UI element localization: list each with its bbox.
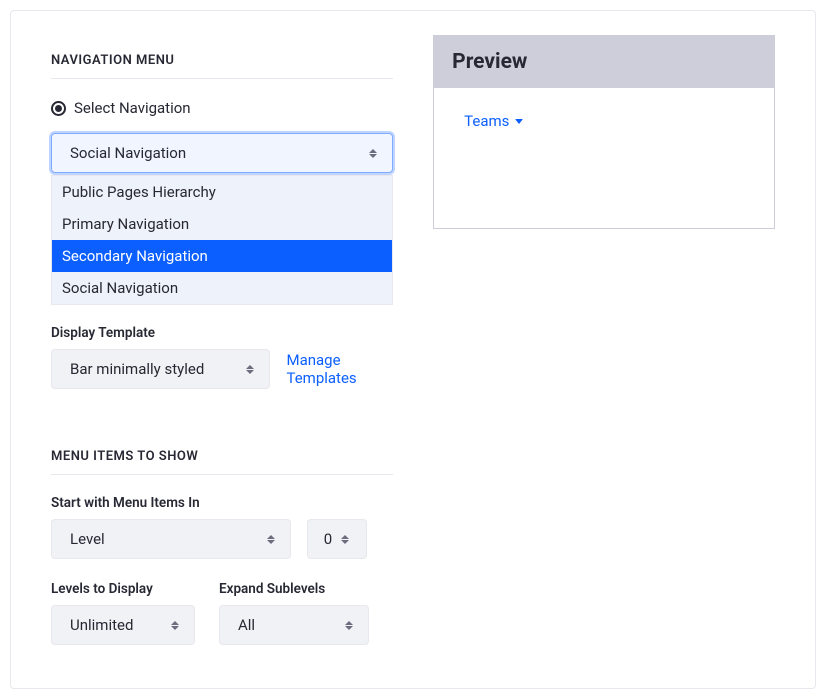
display-template-label: Display Template bbox=[51, 325, 393, 341]
preview-box: Preview Teams bbox=[433, 35, 775, 229]
start-items-select[interactable]: Level bbox=[51, 519, 291, 559]
radio-icon bbox=[51, 101, 66, 116]
navigation-select-value: Social Navigation bbox=[70, 144, 186, 162]
navigation-select-wrap: Social Navigation Public Pages Hierarchy… bbox=[51, 133, 393, 173]
start-items-number[interactable]: 0 bbox=[307, 519, 367, 559]
section-title-navigation: NAVIGATION MENU bbox=[51, 53, 393, 79]
caret-sort-icon bbox=[344, 618, 354, 632]
levels-to-display-value: Unlimited bbox=[70, 616, 133, 634]
levels-to-display-col: Levels to Display Unlimited bbox=[51, 577, 195, 645]
levels-to-display-select[interactable]: Unlimited bbox=[51, 605, 195, 645]
chevron-down-icon bbox=[515, 119, 523, 124]
preview-link-text: Teams bbox=[464, 112, 509, 130]
start-items-number-value: 0 bbox=[324, 530, 332, 548]
manage-templates-link[interactable]: Manage Templates bbox=[286, 351, 393, 387]
section-title-menu-items: MENU ITEMS TO SHOW bbox=[51, 449, 393, 475]
dropdown-option[interactable]: Social Navigation bbox=[52, 272, 392, 304]
expand-sublevels-value: All bbox=[238, 616, 255, 634]
preview-teams-link[interactable]: Teams bbox=[464, 112, 523, 130]
caret-sort-icon bbox=[170, 618, 180, 632]
caret-sort-icon bbox=[368, 146, 378, 160]
right-column: Preview Teams bbox=[433, 35, 775, 648]
levels-to-display-label: Levels to Display bbox=[51, 581, 195, 597]
caret-sort-icon bbox=[245, 362, 255, 376]
expand-sublevels-col: Expand Sublevels All bbox=[219, 577, 369, 645]
two-col-fields: Levels to Display Unlimited Expand Suble… bbox=[51, 577, 393, 645]
display-template-row: Bar minimally styled Manage Templates bbox=[51, 349, 393, 389]
display-template-value: Bar minimally styled bbox=[70, 360, 204, 378]
start-items-label: Start with Menu Items In bbox=[51, 495, 393, 511]
start-items-value: Level bbox=[70, 530, 105, 548]
dropdown-option[interactable]: Secondary Navigation bbox=[52, 240, 392, 272]
radio-select-navigation[interactable]: Select Navigation bbox=[51, 99, 393, 117]
dropdown-option[interactable]: Primary Navigation bbox=[52, 208, 392, 240]
navigation-select[interactable]: Social Navigation bbox=[51, 133, 393, 173]
preview-title: Preview bbox=[434, 36, 774, 88]
left-column: NAVIGATION MENU Select Navigation Social… bbox=[51, 35, 393, 648]
expand-sublevels-label: Expand Sublevels bbox=[219, 581, 369, 597]
dropdown-option[interactable]: Public Pages Hierarchy bbox=[52, 176, 392, 208]
start-items-row: Level 0 bbox=[51, 519, 393, 559]
caret-sort-icon bbox=[266, 532, 276, 546]
navigation-dropdown: Public Pages Hierarchy Primary Navigatio… bbox=[51, 175, 393, 305]
expand-sublevels-select[interactable]: All bbox=[219, 605, 369, 645]
menu-items-section: MENU ITEMS TO SHOW Start with Menu Items… bbox=[51, 449, 393, 645]
preview-body: Teams bbox=[434, 88, 774, 154]
display-template-select[interactable]: Bar minimally styled bbox=[51, 349, 270, 389]
radio-label: Select Navigation bbox=[74, 99, 191, 117]
config-card: NAVIGATION MENU Select Navigation Social… bbox=[10, 10, 816, 689]
caret-sort-icon bbox=[340, 532, 350, 546]
